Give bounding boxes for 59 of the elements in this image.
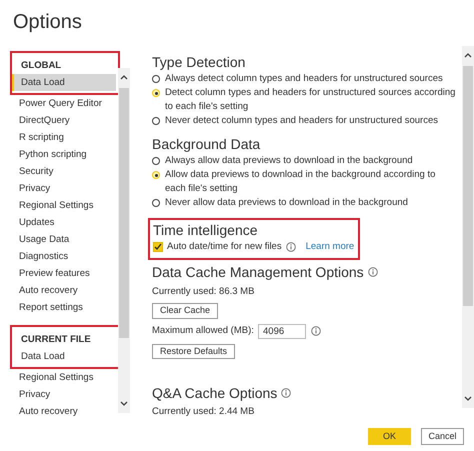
section-title: Background Data — [152, 135, 262, 154]
section-title: Data Cache Management Options — [152, 263, 364, 282]
restore-defaults-button[interactable]: Restore Defaults — [152, 344, 236, 360]
cache-usage-text: Currently used: 2.44 MB — [152, 405, 256, 420]
chevron-up-icon[interactable] — [120, 74, 128, 80]
info-icon — [286, 242, 296, 252]
nav-item[interactable]: Power Query Editor — [10, 95, 114, 112]
radio-button[interactable] — [152, 157, 160, 165]
section-heading: GLOBAL — [20, 59, 62, 73]
radio-label: Always allow data previews to download in the background — [165, 154, 413, 168]
input-field[interactable]: 4096 — [258, 324, 306, 339]
checkbox-label: Auto date/time for new files — [167, 240, 282, 254]
radio-label: Allow data previews to download in the background according to each file's setting — [165, 168, 436, 196]
info-icon — [368, 267, 378, 278]
nav-item[interactable]: Python scripting — [10, 146, 114, 163]
nav-item[interactable]: Privacy — [10, 180, 114, 197]
chevron-up-icon[interactable] — [464, 52, 472, 58]
chevron-down-icon[interactable] — [120, 401, 128, 407]
scrollbar[interactable] — [462, 46, 474, 408]
radio-button[interactable] — [152, 199, 160, 207]
info-icon — [281, 388, 292, 398]
ok-button[interactable]: OK — [368, 428, 411, 445]
nav-item[interactable]: Privacy — [10, 386, 114, 403]
learn-more-link[interactable]: Learn more — [306, 240, 354, 254]
radio-button[interactable] — [152, 75, 160, 83]
nav-item[interactable]: DirectQuery — [10, 112, 114, 129]
section-title: Type Detection — [152, 53, 246, 72]
scrollbar-thumb[interactable] — [463, 66, 473, 306]
radio-label: Never allow data previews to download in the background — [165, 196, 408, 210]
radio-label: Always detect column types and headers for unstructured sources — [165, 72, 443, 86]
section-heading: CURRENT FILE — [20, 333, 92, 347]
section-title: Time intelligence — [153, 221, 259, 240]
nav-item[interactable]: Data Load — [12, 348, 116, 365]
nav-item[interactable]: Updates — [10, 214, 114, 231]
cancel-button[interactable]: Cancel — [421, 428, 464, 445]
nav-item[interactable]: Auto recovery — [10, 403, 114, 420]
nav-item[interactable]: Report settings — [10, 299, 114, 316]
nav-item[interactable]: Usage Data — [10, 231, 114, 248]
nav-item[interactable]: Auto recovery — [10, 282, 114, 299]
chevron-down-icon[interactable] — [464, 396, 472, 402]
scrollbar[interactable] — [118, 68, 130, 413]
field-label: Maximum allowed (MB): — [152, 324, 255, 338]
radio-label: Never detect column types and headers for unstructured sources — [165, 114, 438, 128]
nav-item[interactable]: R scripting — [10, 129, 114, 146]
nav-item[interactable]: Diagnostics — [10, 248, 114, 265]
nav-item[interactable]: Security — [10, 163, 114, 180]
section-title: Q&A Cache Options — [152, 384, 278, 404]
checkbox[interactable] — [153, 242, 163, 252]
radio-button[interactable] — [152, 117, 160, 125]
info-icon — [311, 326, 321, 336]
nav-item[interactable]: Data Load — [12, 74, 116, 91]
clear-cache-button[interactable]: Clear Cache — [152, 303, 218, 319]
scrollbar-thumb[interactable] — [119, 88, 129, 338]
nav-item[interactable]: Regional Settings — [10, 197, 114, 214]
nav-item[interactable]: Preview features — [10, 265, 114, 282]
window-title: Options — [12, 10, 83, 35]
nav-item[interactable]: Regional Settings — [10, 369, 114, 386]
cache-usage-text: Currently used: 86.3 MB — [152, 285, 256, 300]
radio-label: Detect column types and headers for unstructured sources according to each file's setting — [165, 86, 456, 114]
